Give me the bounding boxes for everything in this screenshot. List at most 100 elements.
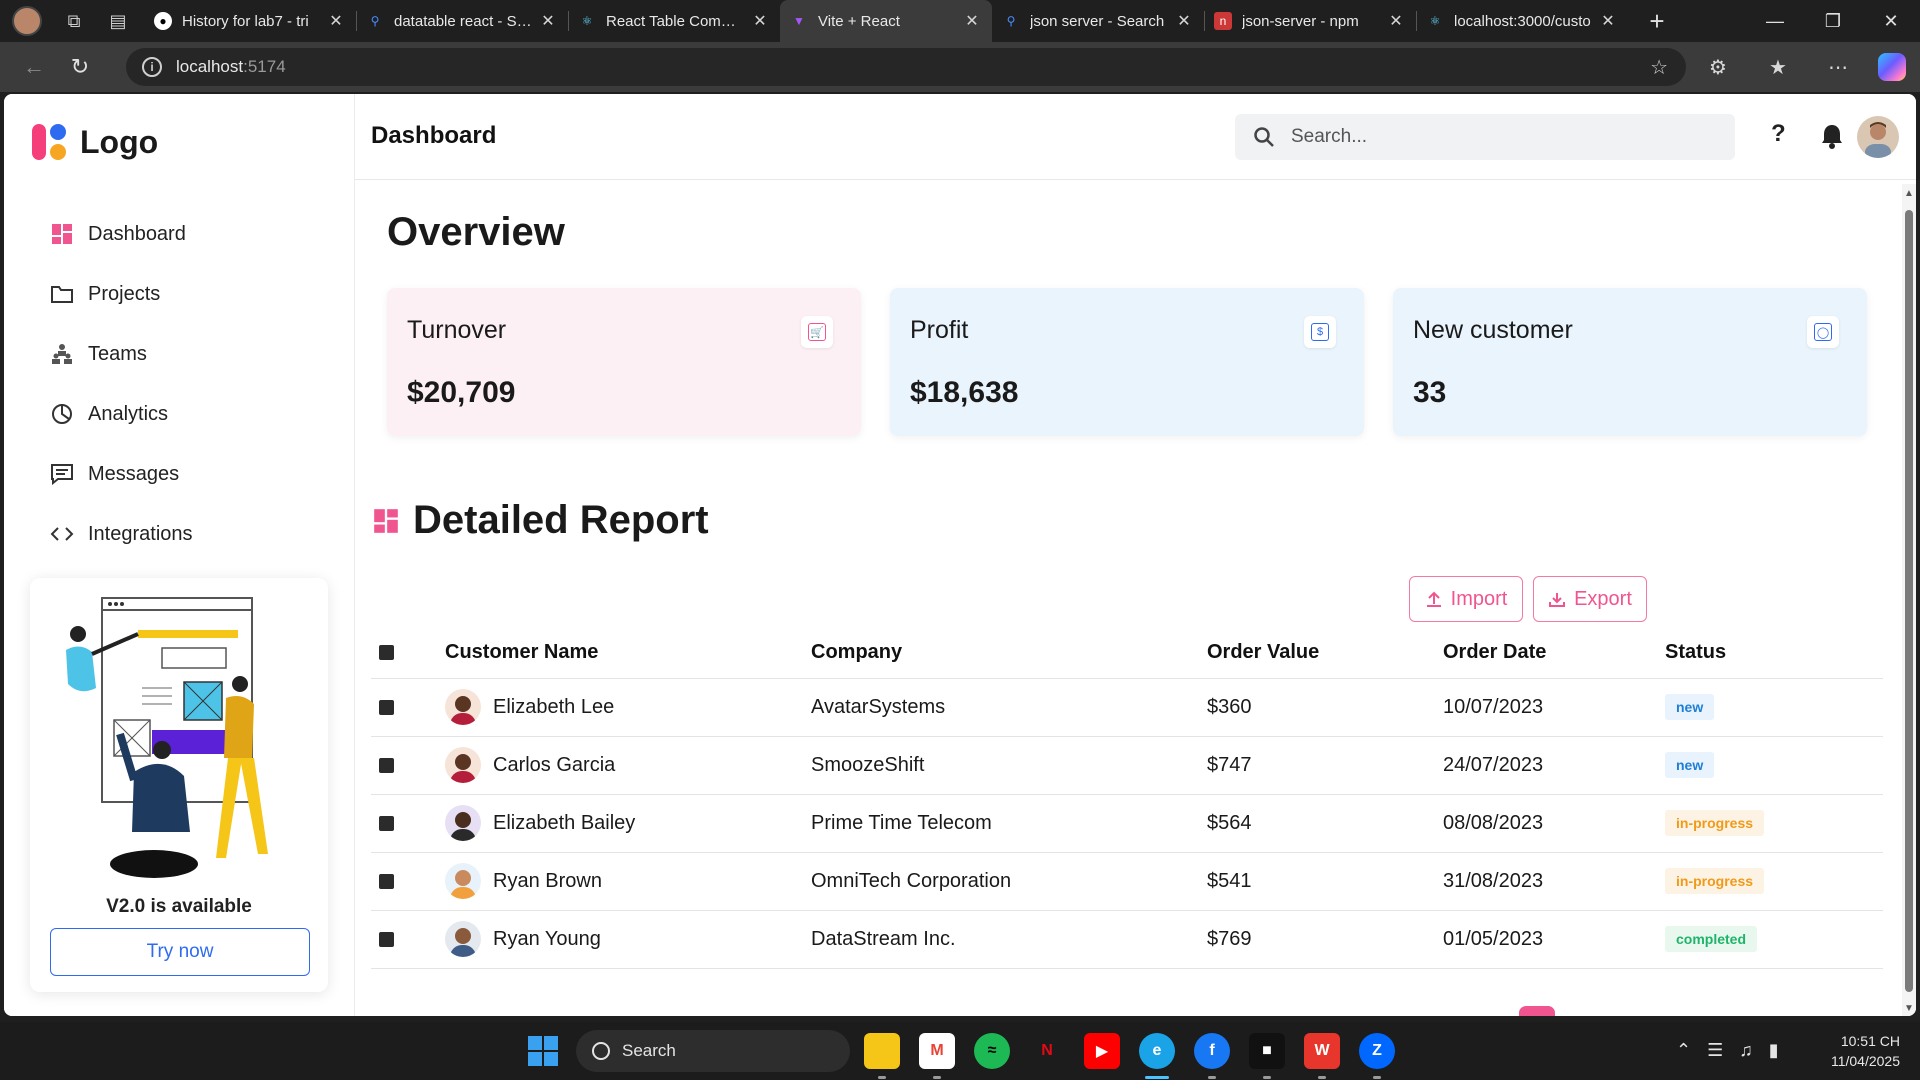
- row-checkbox[interactable]: [379, 873, 394, 889]
- column-header[interactable]: Company: [811, 628, 1207, 679]
- browser-tab[interactable]: ⚲ json server - Search ✕: [992, 0, 1204, 42]
- close-icon[interactable]: ✕: [1174, 11, 1194, 31]
- table-row[interactable]: Ryan Brown OmniTech Corporation $541 31/08/…: [371, 852, 1883, 911]
- sidebar-item-label: Teams: [88, 342, 147, 365]
- sidebar-item-analytics[interactable]: Analytics: [4, 384, 354, 444]
- netflix-icon[interactable]: N: [1029, 1033, 1065, 1069]
- browser-tab[interactable]: ⚛ localhost:3000/custo ✕: [1416, 0, 1628, 42]
- export-button[interactable]: Export: [1533, 576, 1647, 622]
- select-all-checkbox[interactable]: [379, 645, 394, 661]
- column-header[interactable]: Order Date: [1443, 628, 1665, 679]
- close-icon[interactable]: ✕: [962, 11, 982, 31]
- capcut-icon[interactable]: ■: [1249, 1033, 1285, 1069]
- customer-name: Ryan Young: [493, 927, 601, 950]
- try-now-button[interactable]: Try now: [50, 928, 310, 976]
- import-button[interactable]: Import: [1409, 576, 1523, 622]
- table-row[interactable]: Elizabeth Lee AvatarSystems $360 10/07/2023…: [371, 678, 1883, 737]
- browser-tab[interactable]: ⚛ React Table Compon ✕: [568, 0, 780, 42]
- sidebar: Logo Dashboard Projects Teams Analytics …: [4, 94, 354, 1016]
- row-select-cell: [371, 678, 445, 737]
- customer-avatar: [445, 689, 481, 725]
- tab-title: json-server - npm: [1242, 12, 1359, 30]
- table-row[interactable]: Carlos Garcia SmoozeShift $747 24/07/2023 ne…: [371, 736, 1883, 795]
- minimize-button[interactable]: —: [1746, 0, 1804, 42]
- react-icon: ⚛: [581, 14, 593, 28]
- close-icon[interactable]: ✕: [1598, 11, 1618, 31]
- zalo-icon[interactable]: Z: [1359, 1033, 1395, 1069]
- sidebar-item-projects[interactable]: Projects: [4, 264, 354, 324]
- close-icon[interactable]: ✕: [750, 11, 770, 31]
- customer-cell: Ryan Young: [445, 910, 811, 969]
- battery-icon[interactable]: ▮: [1769, 1040, 1779, 1061]
- table-row[interactable]: Ryan Young DataStream Inc. $769 01/05/2023 c…: [371, 910, 1883, 969]
- table-row[interactable]: Elizabeth Bailey Prime Time Telecom $564 08…: [371, 794, 1883, 853]
- order-value-cell: $747: [1207, 736, 1443, 795]
- row-checkbox[interactable]: [379, 757, 394, 773]
- browser-tab[interactable]: n json-server - npm ✕: [1204, 0, 1416, 42]
- status-cell: new: [1665, 678, 1883, 737]
- close-window-button[interactable]: ✕: [1862, 0, 1920, 42]
- sidebar-item-dashboard[interactable]: Dashboard: [4, 204, 354, 264]
- search-box[interactable]: [1235, 114, 1735, 160]
- browser-tab[interactable]: ▼ Vite + React ✕: [780, 0, 992, 42]
- more-menu-icon[interactable]: ⋯: [1808, 55, 1868, 80]
- column-header[interactable]: Status: [1665, 628, 1883, 679]
- spotify-icon[interactable]: ≈: [974, 1033, 1010, 1069]
- gmail-icon[interactable]: M: [919, 1033, 955, 1069]
- order-date-cell: 24/07/2023: [1443, 736, 1665, 795]
- tab-actions-icon[interactable]: ▤: [100, 3, 136, 39]
- teams-icon: [50, 342, 74, 366]
- edge-icon[interactable]: e: [1139, 1033, 1175, 1069]
- volume-icon[interactable]: ♫: [1739, 1040, 1753, 1061]
- browser-tab[interactable]: ⚲ datatable react - Sea ✕: [356, 0, 568, 42]
- close-icon[interactable]: ✕: [326, 11, 346, 31]
- user-avatar[interactable]: [1857, 116, 1899, 158]
- extensions-icon[interactable]: ⚙: [1688, 55, 1748, 80]
- favorites-icon[interactable]: ★: [1748, 55, 1808, 80]
- close-icon[interactable]: ✕: [538, 11, 558, 31]
- file-explorer-icon[interactable]: [864, 1033, 900, 1069]
- taskbar-search[interactable]: Search: [576, 1030, 850, 1072]
- chevron-up-icon[interactable]: ⌃: [1676, 1040, 1691, 1061]
- close-icon[interactable]: ✕: [1386, 11, 1406, 31]
- maximize-button[interactable]: ❐: [1804, 0, 1862, 42]
- wifi-icon[interactable]: ☰: [1707, 1040, 1723, 1061]
- browser-tab[interactable]: ● History for lab7 - tri ✕: [144, 0, 356, 42]
- page-title: Dashboard: [371, 122, 497, 149]
- profile-avatar[interactable]: [12, 6, 42, 36]
- back-button[interactable]: ←: [14, 47, 54, 87]
- reload-button[interactable]: ↻: [60, 47, 100, 87]
- customer-name: Ryan Brown: [493, 869, 602, 892]
- help-icon[interactable]: ?: [1771, 120, 1786, 148]
- row-checkbox[interactable]: [379, 931, 394, 947]
- customer-avatar: [445, 863, 481, 899]
- column-header[interactable]: Customer Name: [445, 628, 811, 679]
- wps-office-icon[interactable]: W: [1304, 1033, 1340, 1069]
- sidebar-item-integrations[interactable]: Integrations: [4, 504, 354, 564]
- facebook-icon[interactable]: f: [1194, 1033, 1230, 1069]
- search-input[interactable]: [1291, 126, 1711, 148]
- address-bar[interactable]: i localhost:5174 ☆: [126, 48, 1686, 86]
- customer-name: Elizabeth Lee: [493, 695, 615, 718]
- youtube-icon[interactable]: ▶: [1084, 1033, 1120, 1069]
- windows-start-icon[interactable]: [528, 1036, 558, 1066]
- new-tab-button[interactable]: +: [1642, 6, 1672, 37]
- sidebar-item-messages[interactable]: Messages: [4, 444, 354, 504]
- sidebar-item-teams[interactable]: Teams: [4, 324, 354, 384]
- bell-icon[interactable]: [1819, 122, 1845, 150]
- pagination-indicator[interactable]: [1519, 1006, 1555, 1016]
- site-info-icon[interactable]: i: [142, 57, 162, 77]
- dashboard-icon: [50, 222, 74, 246]
- order-date-cell: 10/07/2023: [1443, 678, 1665, 737]
- logo[interactable]: Logo: [32, 122, 158, 162]
- row-checkbox[interactable]: [379, 815, 394, 831]
- windows-taskbar: Search M ≈ N ▶ e f ■ W Z ⌃ ☰ ♫ ▮ 10:51 CH 11/04/…: [0, 1022, 1920, 1080]
- page-scrollbar[interactable]: ▲ ▼: [1902, 184, 1916, 1016]
- system-clock[interactable]: 10:51 CH 11/04/2025: [1810, 1031, 1900, 1071]
- tab-title: React Table Compon: [606, 12, 744, 30]
- column-header[interactable]: Order Value: [1207, 628, 1443, 679]
- copilot-icon[interactable]: [1878, 53, 1906, 81]
- favorite-star-icon[interactable]: ☆: [1650, 55, 1668, 80]
- workspaces-icon[interactable]: ⧉: [56, 3, 92, 39]
- row-checkbox[interactable]: [379, 699, 394, 715]
